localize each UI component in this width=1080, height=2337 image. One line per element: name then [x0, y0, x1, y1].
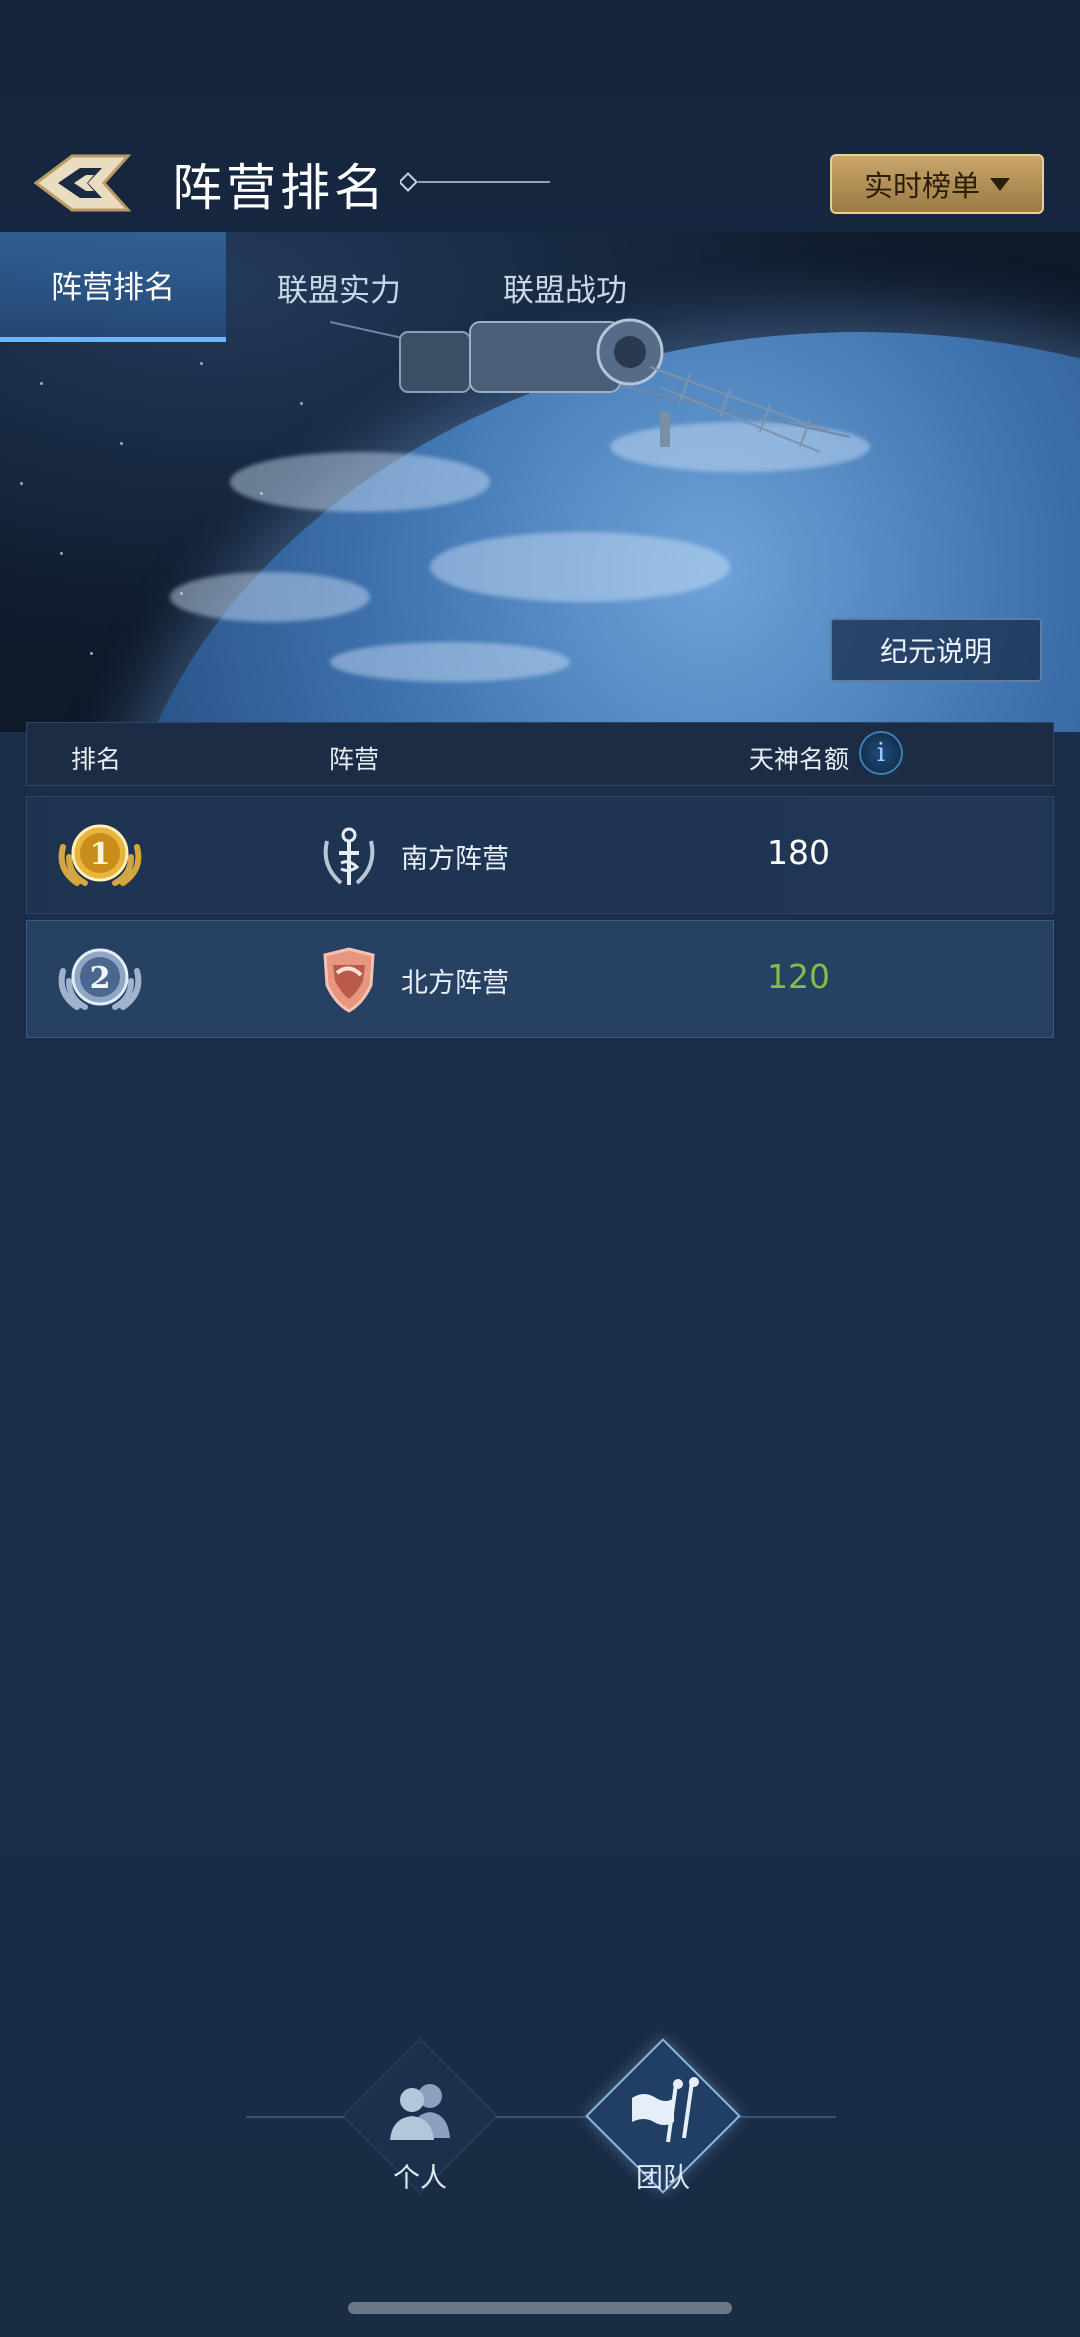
faction-name: 北方阵营 — [401, 968, 509, 999]
nav-team-label: 团队 — [636, 2163, 690, 2194]
silver-rank-badge-icon: 2 — [58, 948, 142, 1010]
column-faction: 阵营 — [329, 745, 380, 774]
realtime-ranking-label: 实时榜单 — [863, 169, 980, 203]
page-title: 阵营排名 — [172, 159, 388, 217]
north-faction-shield-icon — [323, 947, 375, 1013]
back-arrow-icon — [33, 154, 132, 212]
south-faction-emblem-icon — [323, 827, 375, 885]
dropdown-arrow-icon — [990, 177, 1010, 191]
table-row[interactable]: 2 北方阵营 120 — [26, 920, 1054, 1038]
svg-text:2: 2 — [90, 961, 111, 996]
header: 阵营排名 实时榜单 — [0, 0, 1080, 232]
tab-alliance-power[interactable]: 联盟实力 — [226, 232, 452, 342]
tab-alliance-merit[interactable]: 联盟战功 — [452, 232, 678, 342]
table-row[interactable]: 1 南方阵营 180 — [26, 796, 1054, 914]
people-icon — [390, 2084, 450, 2140]
info-icon[interactable]: i — [859, 731, 903, 775]
nav-divider — [494, 2116, 590, 2118]
tab-bar: 阵营排名 联盟实力 联盟战功 — [0, 232, 1080, 342]
column-quota: 天神名额 — [749, 745, 850, 774]
nav-divider — [246, 2116, 346, 2118]
back-button[interactable] — [32, 150, 132, 216]
quota-value: 180 — [767, 833, 830, 872]
svg-text:1: 1 — [90, 837, 111, 872]
home-indicator[interactable] — [348, 2302, 732, 2314]
nav-team[interactable]: 团队 — [585, 2038, 741, 2196]
title-divider-ornament — [400, 172, 550, 192]
era-info-label: 纪元说明 — [879, 635, 992, 668]
nav-personal-label: 个人 — [393, 2163, 447, 2194]
nav-personal[interactable]: 个人 — [342, 2038, 498, 2196]
column-rank: 排名 — [71, 745, 122, 774]
era-info-button[interactable]: 纪元说明 — [830, 618, 1042, 682]
faction-name: 南方阵营 — [401, 844, 509, 875]
gold-rank-badge-icon: 1 — [58, 824, 142, 886]
quota-value: 120 — [767, 957, 830, 996]
nav-divider — [736, 2116, 836, 2118]
team-flag-icon — [632, 2077, 699, 2143]
tab-faction-ranking[interactable]: 阵营排名 — [0, 232, 226, 342]
table-header: 排名 阵营 天神名额 i — [26, 722, 1054, 786]
realtime-ranking-dropdown[interactable]: 实时榜单 — [830, 154, 1044, 214]
